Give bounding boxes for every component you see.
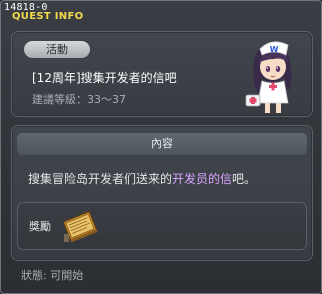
window-title: QUEST INFO (12, 11, 84, 22)
quest-type-badge: 活動 (24, 41, 90, 58)
quest-name: [12周年]搜集开发者的信吧 (32, 71, 177, 85)
content-text-part: 吧。 (232, 172, 257, 186)
letter-book-icon[interactable] (60, 208, 100, 244)
quest-summary-panel: 活動 [12周年]搜集开发者的信吧 建議等級：33～37 W (11, 31, 313, 117)
quest-status: 狀態: 可開始 (21, 269, 84, 282)
svg-text:W: W (270, 45, 279, 54)
quest-level: 建議等級：33～37 (32, 93, 126, 106)
content-text-part: 搜集冒险岛开发者们送来的 (28, 172, 173, 186)
content-header: 內容 (17, 133, 307, 155)
content-description: 搜集冒险岛开发者们送来的开发员的信吧。 (28, 170, 256, 187)
reward-label: 獎勵 (29, 220, 51, 233)
reward-box: 獎勵 (17, 202, 307, 250)
nurse-npc-portrait-icon: W (245, 41, 292, 113)
quest-detail-panel: 內容 搜集冒险岛开发者们送来的开发员的信吧。 獎勵 (11, 125, 313, 261)
quest-info-window: 14818-0 QUEST INFO 活動 [12周年]搜集开发者的信吧 建議等… (0, 0, 322, 294)
content-highlight-link: 开发员的信 (172, 172, 233, 186)
